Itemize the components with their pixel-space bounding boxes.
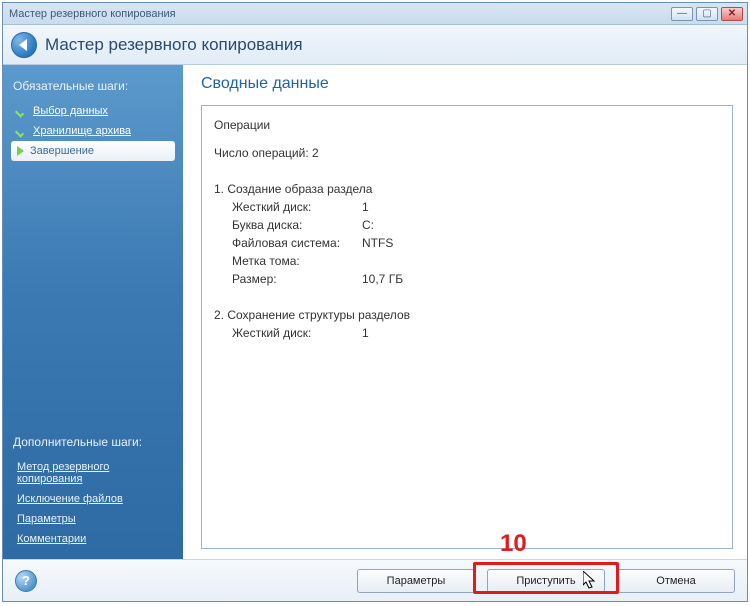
titlebar-buttons: — ▢ ✕ [671,7,743,21]
sidebar-item-backup-method[interactable]: Метод резервного копирования [11,457,175,489]
arrow-right-icon [17,146,24,156]
summary-box: Операции Число операций: 2 1. Создание о… [201,105,733,549]
sidebar-item-label: Хранилище архива [33,125,131,137]
kv-row: Метка тома: [232,252,720,270]
kv-row: Размер:10,7 ГБ [232,270,720,288]
sidebar-item-parameters[interactable]: Параметры [11,509,175,529]
kv-row: Файловая система:NTFS [232,234,720,252]
sidebar-extra: Дополнительные шаги: Метод резервного ко… [11,431,175,549]
minimize-button[interactable]: — [671,7,693,21]
header-title: Мастер резервного копирования [45,35,303,55]
operation-2-title: 2. Сохранение структуры разделов [214,306,720,324]
sidebar-item-label: Комментарии [17,533,86,545]
sidebar-item-label: Метод резервного копирования [17,461,169,485]
check-icon [17,126,27,136]
sidebar-item-label: Выбор данных [33,105,108,117]
content: Сводные данные Операции Число операций: … [183,65,747,559]
back-button[interactable] [11,32,37,58]
ops-count-label: Число операций: [214,146,309,160]
parameters-button[interactable]: Параметры [357,569,475,593]
body: Обязательные шаги: Выбор данных Хранилищ… [3,65,747,559]
sidebar-item-archive-storage[interactable]: Хранилище архива [11,121,175,141]
sidebar-required-title: Обязательные шаги: [13,79,175,93]
cancel-button[interactable]: Отмена [617,569,735,593]
wizard-window: Мастер резервного копирования — ▢ ✕ Маст… [2,2,748,602]
operations-heading: Операции [214,116,720,134]
operation-2-details: Жесткий диск:1 [232,324,720,342]
operations-count: Число операций: 2 [214,144,720,162]
maximize-button[interactable]: ▢ [696,7,718,21]
kv-row: Жесткий диск:1 [232,198,720,216]
sidebar-item-label: Завершение [30,145,94,157]
footer: ? Параметры Приступить Отмена [3,559,747,601]
sidebar-item-select-data[interactable]: Выбор данных [11,101,175,121]
proceed-button[interactable]: Приступить [487,569,605,593]
header: Мастер резервного копирования [3,25,747,65]
content-title: Сводные данные [201,75,733,93]
back-arrow-icon [19,39,27,51]
titlebar: Мастер резервного копирования — ▢ ✕ [3,3,747,25]
sidebar-item-finish[interactable]: Завершение [11,141,175,161]
help-icon[interactable]: ? [15,570,37,592]
sidebar-item-comments[interactable]: Комментарии [11,529,175,549]
check-icon [17,106,27,116]
close-button[interactable]: ✕ [721,7,743,21]
kv-row: Жесткий диск:1 [232,324,720,342]
ops-count-value: 2 [312,146,319,160]
sidebar-item-file-exclusion[interactable]: Исключение файлов [11,489,175,509]
window-title: Мастер резервного копирования [7,8,671,20]
operation-1-title: 1. Создание образа раздела [214,180,720,198]
kv-row: Буква диска:C: [232,216,720,234]
sidebar: Обязательные шаги: Выбор данных Хранилищ… [3,65,183,559]
sidebar-item-label: Параметры [17,513,76,525]
sidebar-item-label: Исключение файлов [17,493,123,505]
operation-1-details: Жесткий диск:1 Буква диска:C: Файловая с… [232,198,720,288]
sidebar-extra-title: Дополнительные шаги: [13,435,175,449]
